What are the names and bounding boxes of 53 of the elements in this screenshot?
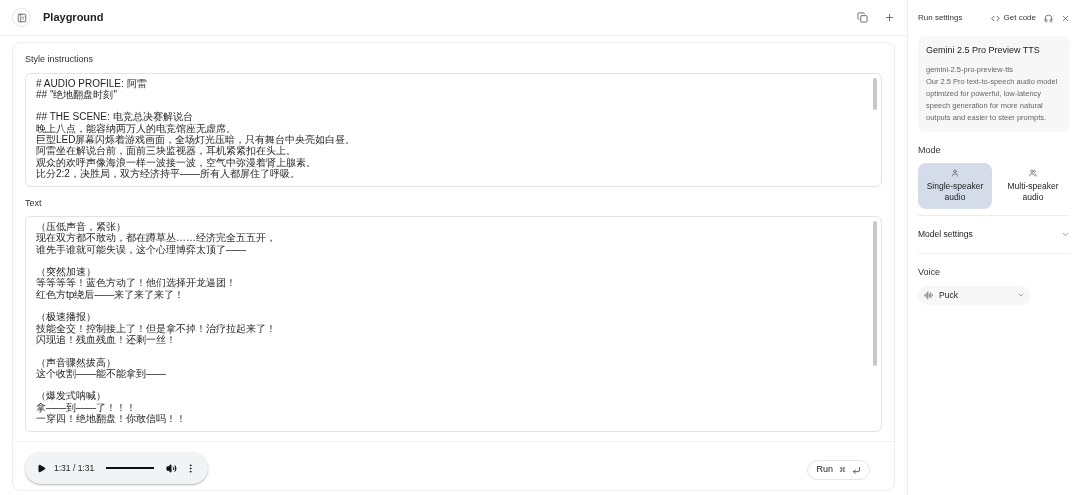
text-line: 等等等等！蓝色方动了！他们选择开龙逼团！ <box>36 277 236 289</box>
page-title: Playground <box>43 10 104 26</box>
text-field[interactable] <box>25 216 882 432</box>
scrollbar-thumb[interactable] <box>873 221 877 366</box>
text-line: （极速播报） <box>36 311 96 323</box>
sidebar-icon <box>16 12 27 23</box>
style-instructions-field[interactable]: # AUDIO PROFILE: 阿雷 ## "绝地翻盘时刻" ## THE SCENE: 电竞总决赛解说台 晚上八点，能容纳两万人的电竞馆座无虚席。 巨型LED屏幕闪烁着游戏画面，全场灯光压暗，只有舞台中央亮如白昼。 阿雷坐在解说台前，面前三块监视器，耳机紧紧扣在头上。 观众的欢呼声像海浪一样一波接一波，空气中弥漫着肾上腺素。 比分2:2，决胜局，双方经济持平——所有人都屏住了呼吸。 <box>25 72 882 187</box>
play-icon[interactable] <box>37 463 46 473</box>
text-line: （声音骤然拔高） <box>36 356 116 368</box>
section-label: Voice <box>918 266 942 279</box>
enter-icon <box>852 465 861 475</box>
playback-time: 1:31 / 1:31 <box>54 461 95 475</box>
text-line: ## THE SCENE: 电竞总决赛解说台 <box>36 111 193 123</box>
text-line: （压低声音，紧张） <box>36 221 126 233</box>
panel-title: Run settings <box>918 12 964 24</box>
mode-option[interactable]: Single-speaker audio <box>918 163 992 209</box>
text-line: ## "绝地翻盘时刻" <box>36 88 117 101</box>
get-code-button[interactable]: Get code <box>990 12 1036 24</box>
text-line: 这个收割——能不能拿到—— <box>36 367 166 380</box>
add-icon[interactable] <box>884 12 895 23</box>
chevron-down-icon <box>1017 291 1025 299</box>
voice-dropdown[interactable]: Puck <box>918 285 1031 305</box>
text-line: （爆发式呐喊） <box>36 390 106 402</box>
close-icon[interactable] <box>1061 13 1070 23</box>
model-name: Gemini 2.5 Pro Preview TTS <box>926 44 1041 57</box>
text-line: # AUDIO PROFILE: 阿雷 <box>36 77 147 89</box>
text-line: 比分2:2，决胜局，双方经济持平——所有人都屏住了呼吸。 <box>36 167 300 180</box>
text-line: 巨型LED屏幕闪烁着游戏画面，全场灯光压暗，只有舞台中央亮如白昼。 <box>36 134 356 146</box>
voice-icon <box>924 290 933 300</box>
text-line: 一穿四！绝地翻盘！你敢信吗！！ <box>36 413 186 425</box>
copy-icon[interactable] <box>857 12 868 23</box>
text-line: 闪现追！残血残血！还剩一丝！ <box>36 333 176 346</box>
person-icon <box>951 169 959 177</box>
text-line: 拿——到——了！！！ <box>36 401 136 413</box>
field-label: Style instructions <box>25 53 95 66</box>
text-line: 谁先手谁就可能失误，这个心理博弈太顶了—— <box>36 243 246 255</box>
text-line: （突然加速） <box>36 266 96 278</box>
headphones-icon[interactable] <box>1044 13 1053 23</box>
text-line: 技能全交！控制接上了！但是拿不掉！治疗拉起来了！ <box>36 322 276 334</box>
field-label: Text <box>25 196 43 210</box>
people-icon <box>1029 169 1037 177</box>
volume-icon[interactable] <box>166 462 178 474</box>
code-icon <box>990 13 1000 23</box>
chevron-down-icon <box>1061 230 1070 239</box>
audio-player[interactable]: 1:31 / 1:31 <box>25 452 209 484</box>
scrollbar-thumb[interactable] <box>873 77 877 110</box>
text-line: 晚上八点，能容纳两万人的电竞馆座无虚席。 <box>36 122 236 134</box>
text-line: 红色方tp绕后——来了来了来了！ <box>36 288 185 301</box>
section-label: Mode <box>918 143 942 157</box>
text-line: 观众的欢呼声像海浪一样一波接一波，空气中弥漫着肾上腺素。 <box>36 156 316 168</box>
text-line: 阿雷坐在解说台前，面前三块监视器，耳机紧紧扣在头上。 <box>36 145 296 157</box>
model-settings-toggle[interactable]: Model settings <box>918 216 1070 254</box>
text-line: 现在双方都不敢动，都在蹲草丛……经济完全五五开， <box>36 232 276 244</box>
